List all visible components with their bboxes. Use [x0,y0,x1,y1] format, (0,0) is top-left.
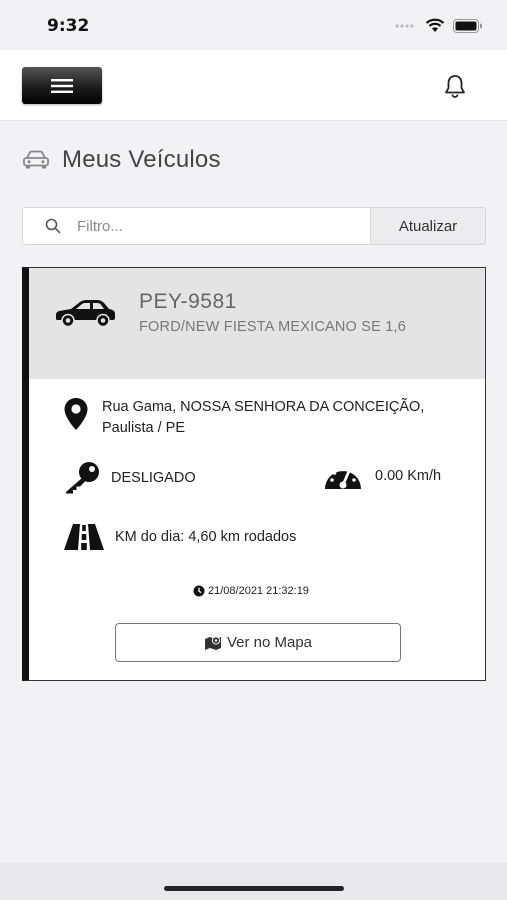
key-icon [66,462,99,494]
ignition-status: DESLIGADO [111,469,196,486]
status-icons [395,18,483,33]
view-on-map-button[interactable]: Ver no Mapa [115,623,401,662]
navbar [0,50,507,121]
address-row: Rua Gama, NOSSA SENHORA DA CONCEIÇÃO, Pa… [63,397,424,439]
page-title: Meus Veículos [62,146,221,173]
status-time: 9:32 [47,16,90,36]
search-icon [45,218,61,234]
home-indicator[interactable] [164,886,344,891]
refresh-button[interactable]: Atualizar [371,207,486,245]
last-update-timestamp: 21/08/2021 21:32:19 [208,585,309,597]
car-side-icon [56,300,115,328]
page-title-row: Meus Veículos [22,146,221,174]
menu-button[interactable] [22,67,102,104]
clock-icon [193,585,205,597]
bell-icon[interactable] [443,74,467,99]
hamburger-icon [51,78,73,93]
signal-icon [395,23,414,28]
bottom-bar [0,863,507,900]
road-icon [64,524,104,550]
battery-icon [453,18,482,33]
search-bar: Atualizar [22,207,486,245]
search-box[interactable] [22,207,371,245]
speed-row: 0.00 Km/h [323,461,441,491]
speedometer-icon [325,467,361,489]
timestamp-row: 21/08/2021 21:32:19 [193,585,309,597]
car-icon [23,150,49,169]
map-marker-icon [64,398,88,430]
map-icon [204,636,221,650]
vehicle-card[interactable]: PEY-9581 FORD/NEW FIESTA MEXICANO SE 1,6… [22,267,486,681]
status-bar: 9:32 [0,0,507,50]
vehicle-model: FORD/NEW FIESTA MEXICANO SE 1,6 [139,319,406,335]
address-text: Rua Gama, NOSSA SENHORA DA CONCEIÇÃO, Pa… [102,397,424,439]
km-row: KM do dia: 4,60 km rodados [63,523,296,551]
vehicle-card-header: PEY-9581 FORD/NEW FIESTA MEXICANO SE 1,6 [29,268,485,379]
vehicle-plate: PEY-9581 [139,290,237,313]
search-input[interactable] [75,216,339,236]
address-line1: Rua Gama, NOSSA SENHORA DA CONCEIÇÃO, [102,399,425,415]
ignition-row: DESLIGADO [63,461,196,494]
address-line2: Paulista / PE [102,420,186,436]
km-today: KM do dia: 4,60 km rodados [115,529,297,545]
view-on-map-label: Ver no Mapa [226,634,313,651]
speed-value: 0.00 Km/h [375,468,442,484]
wifi-icon [425,18,445,32]
